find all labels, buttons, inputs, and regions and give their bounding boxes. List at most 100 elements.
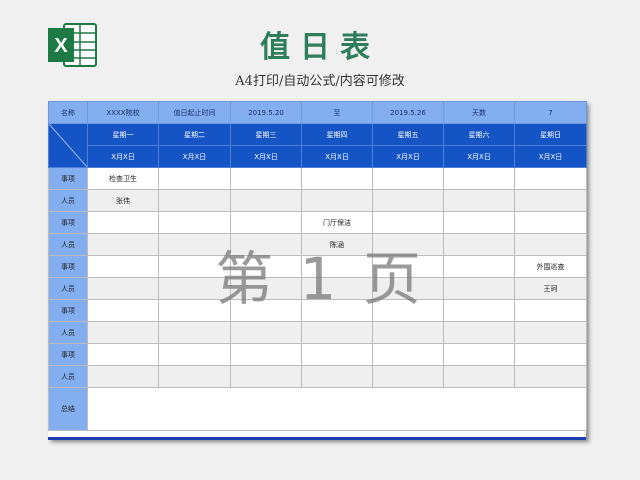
table-cell[interactable] xyxy=(443,189,515,212)
table-cell[interactable] xyxy=(301,277,373,300)
table-cell[interactable] xyxy=(372,365,444,388)
table-cell[interactable]: 王珂 xyxy=(514,277,587,300)
diagonal-header-cell xyxy=(48,123,88,168)
table-cell[interactable] xyxy=(301,255,373,278)
table-cell[interactable] xyxy=(372,167,444,190)
table-cell[interactable] xyxy=(372,277,444,300)
table-cell[interactable] xyxy=(230,343,302,366)
table-cell[interactable] xyxy=(158,211,231,234)
table-cell[interactable]: 检查卫生 xyxy=(87,167,159,190)
date-cell[interactable]: X月X日 xyxy=(443,145,515,168)
table-cell[interactable] xyxy=(87,277,159,300)
table-cell[interactable] xyxy=(301,189,373,212)
name-label: 名称 xyxy=(48,101,88,124)
table-cell[interactable] xyxy=(230,321,302,344)
table-cell[interactable] xyxy=(514,211,587,234)
table-row: 事项 门厅保洁 xyxy=(48,211,587,234)
info-row: 名称 XXXX院校 值日起止时间 2019.5.20 至 2019.5.26 天… xyxy=(48,101,587,124)
table-cell[interactable] xyxy=(443,167,515,190)
table-cell[interactable] xyxy=(301,299,373,322)
table-cell[interactable] xyxy=(443,365,515,388)
table-cell[interactable] xyxy=(514,167,587,190)
table-cell[interactable] xyxy=(230,167,302,190)
table-cell[interactable] xyxy=(514,321,587,344)
table-cell[interactable] xyxy=(443,277,515,300)
table-cell[interactable] xyxy=(514,189,587,212)
table-cell[interactable] xyxy=(87,299,159,322)
start-date[interactable]: 2019.5.20 xyxy=(230,101,302,124)
table-cell[interactable] xyxy=(158,277,231,300)
table-cell[interactable] xyxy=(514,343,587,366)
table-cell[interactable] xyxy=(514,365,587,388)
table-cell[interactable] xyxy=(158,233,231,256)
table-cell[interactable] xyxy=(230,233,302,256)
end-date[interactable]: 2019.5.26 xyxy=(372,101,444,124)
date-cell[interactable]: X月X日 xyxy=(514,145,587,168)
table-cell[interactable] xyxy=(443,321,515,344)
table-cell[interactable] xyxy=(514,233,587,256)
date-cell[interactable]: X月X日 xyxy=(301,145,373,168)
table-cell[interactable] xyxy=(230,277,302,300)
weekday-cell: 星期六 xyxy=(443,123,515,146)
table-cell[interactable]: 张伟 xyxy=(87,189,159,212)
date-cell[interactable]: X月X日 xyxy=(230,145,302,168)
table-cell[interactable]: 陈涵 xyxy=(301,233,373,256)
table-cell[interactable] xyxy=(87,365,159,388)
table-cell[interactable]: 门厅保洁 xyxy=(301,211,373,234)
table-row: 人员 xyxy=(48,365,587,388)
table-cell[interactable] xyxy=(158,299,231,322)
table-cell[interactable]: 外围巡查 xyxy=(514,255,587,278)
table-cell[interactable] xyxy=(87,321,159,344)
table-cell[interactable] xyxy=(514,299,587,322)
table-cell[interactable] xyxy=(443,343,515,366)
date-cell[interactable]: X月X日 xyxy=(87,145,159,168)
weekday-cell: 星期五 xyxy=(372,123,444,146)
table-cell[interactable] xyxy=(87,255,159,278)
table-cell[interactable] xyxy=(230,211,302,234)
date-cell[interactable]: X月X日 xyxy=(372,145,444,168)
table-cell[interactable] xyxy=(230,299,302,322)
table-row: 人员 王珂 xyxy=(48,277,587,300)
table-cell[interactable] xyxy=(230,365,302,388)
table-cell[interactable] xyxy=(230,255,302,278)
table-cell[interactable] xyxy=(443,255,515,278)
summary-cell[interactable] xyxy=(87,387,587,431)
row-label: 事项 xyxy=(48,167,88,190)
table-cell[interactable] xyxy=(87,211,159,234)
table-cell[interactable] xyxy=(87,233,159,256)
table-cell[interactable] xyxy=(158,189,231,212)
table-cell[interactable] xyxy=(443,299,515,322)
table-cell[interactable] xyxy=(158,167,231,190)
table-cell[interactable] xyxy=(443,211,515,234)
table-cell[interactable] xyxy=(230,189,302,212)
row-label: 人员 xyxy=(48,233,88,256)
table-cell[interactable] xyxy=(301,365,373,388)
table-cell[interactable] xyxy=(372,233,444,256)
days-value[interactable]: 7 xyxy=(514,101,587,124)
table-row: 事项 外围巡查 xyxy=(48,255,587,278)
date-cell[interactable]: X月X日 xyxy=(158,145,231,168)
row-label: 事项 xyxy=(48,343,88,366)
table-cell[interactable] xyxy=(301,343,373,366)
duty-table: 名称 XXXX院校 值日起止时间 2019.5.20 至 2019.5.26 天… xyxy=(48,101,587,431)
table-cell[interactable] xyxy=(372,321,444,344)
table-cell[interactable] xyxy=(158,321,231,344)
table-cell[interactable] xyxy=(372,211,444,234)
period-label: 值日起止时间 xyxy=(158,101,231,124)
table-cell[interactable] xyxy=(372,343,444,366)
table-cell[interactable] xyxy=(372,255,444,278)
date-row: X月X日 X月X日 X月X日 X月X日 X月X日 X月X日 X月X日 xyxy=(49,145,587,168)
table-cell[interactable] xyxy=(301,167,373,190)
table-cell[interactable] xyxy=(443,233,515,256)
table-cell[interactable] xyxy=(158,255,231,278)
row-label: 人员 xyxy=(48,321,88,344)
table-cell[interactable] xyxy=(372,189,444,212)
table-cell[interactable] xyxy=(158,343,231,366)
row-label: 人员 xyxy=(48,277,88,300)
table-cell[interactable] xyxy=(158,365,231,388)
sheet-bottom-border xyxy=(48,437,586,440)
name-value[interactable]: XXXX院校 xyxy=(87,101,159,124)
table-cell[interactable] xyxy=(301,321,373,344)
table-cell[interactable] xyxy=(87,343,159,366)
table-cell[interactable] xyxy=(372,299,444,322)
